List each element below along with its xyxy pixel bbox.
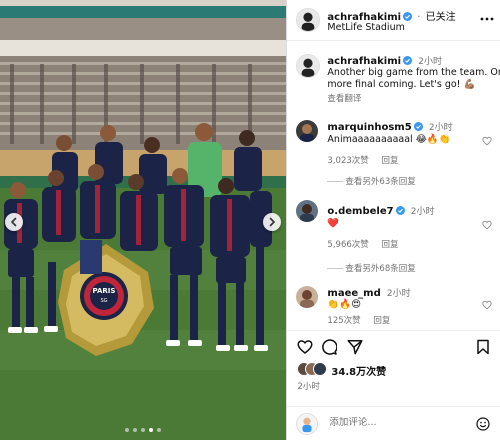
carousel-dot: [141, 428, 146, 432]
comment-item: maee_md 2小时 👏🔥😍 125次赞 回复: [287, 284, 500, 330]
replies-divider: [327, 268, 344, 269]
verified-badge-icon: [403, 12, 413, 21]
more-horizontal-icon[interactable]: [480, 16, 494, 22]
like-heart-icon[interactable]: [297, 339, 313, 355]
caption-avatar[interactable]: [296, 54, 321, 78]
share-send-icon[interactable]: [347, 339, 363, 355]
post-header: achrafhakimi · 已关注 MetLife Stadium: [287, 0, 500, 41]
add-comment-input[interactable]: [329, 417, 460, 428]
comment-time: 2小时: [428, 123, 453, 133]
header-separator: ·: [417, 12, 421, 23]
liker-avatar: [313, 362, 328, 376]
current-user-avatar: [296, 413, 319, 435]
verified-badge-icon: [403, 56, 413, 65]
caption-time: 2小时: [418, 57, 442, 67]
comment-like-heart-icon[interactable]: [482, 220, 493, 230]
comment-item: o.dembele7 2小时 ❤️ 5,966次赞 回复 查看另外68条回复: [287, 198, 500, 274]
post-sidebar: achrafhakimi · 已关注 MetLife Stadium achra…: [286, 0, 500, 440]
add-comment-bar: [287, 406, 500, 441]
svg-text:PARIS: PARIS: [93, 287, 116, 295]
caption-text-line1: Another big game from the team. One: [327, 67, 500, 78]
comment-username[interactable]: maee_md: [327, 288, 380, 299]
carousel-dot: [125, 428, 130, 432]
comment-time: 2小时: [386, 289, 411, 299]
liked-by-avatars[interactable]: [297, 362, 333, 376]
carousel-dot: [133, 428, 138, 432]
post-actions: 34.8万次赞 2小时: [287, 330, 500, 397]
comment-like-count[interactable]: 3,023次赞: [327, 156, 368, 166]
reply-button[interactable]: 回复: [373, 316, 390, 326]
author-avatar[interactable]: [296, 8, 321, 32]
save-bookmark-icon[interactable]: [475, 339, 491, 355]
following-button[interactable]: 已关注: [426, 12, 456, 23]
view-replies-link[interactable]: 查看另外63条回复: [345, 175, 415, 187]
comment-text: ❤️: [327, 218, 340, 229]
commenter-avatar[interactable]: [296, 200, 319, 222]
comment-text: 👏🔥😍: [327, 299, 361, 310]
team-photo: PARIS SG: [0, 0, 287, 440]
post-photo[interactable]: PARIS SG: [0, 0, 287, 440]
commenter-avatar[interactable]: [296, 286, 319, 308]
instagram-post: PARIS SG achrafhakimi · 已关注 MetLife Stad…: [0, 0, 500, 440]
caption-username[interactable]: achrafhakimi: [327, 56, 401, 67]
previous-photo-button[interactable]: [5, 213, 23, 231]
comment-like-heart-icon[interactable]: [482, 300, 493, 310]
chevron-left-icon: [11, 217, 17, 227]
like-count[interactable]: 34.8万次赞: [331, 363, 386, 378]
carousel-dot: [157, 428, 162, 432]
replies-divider: [327, 181, 344, 182]
comment-like-count[interactable]: 125次赞: [327, 316, 360, 326]
comment-username[interactable]: o.dembele7: [327, 206, 393, 217]
emoji-smiley-icon[interactable]: [476, 417, 491, 431]
post-time: 2小时: [297, 382, 320, 392]
comment-like-heart-icon[interactable]: [482, 136, 493, 146]
comment-time: 2小时: [410, 207, 435, 217]
post-location[interactable]: MetLife Stadium: [327, 22, 404, 33]
reply-button[interactable]: 回复: [381, 240, 398, 250]
verified-badge-icon: [413, 122, 423, 131]
post-caption: achrafhakimi 2小时 Another big game from t…: [287, 50, 500, 104]
svg-text:SG: SG: [100, 298, 107, 304]
view-replies-link[interactable]: 查看另外68条回复: [345, 262, 415, 274]
verified-badge-icon: [395, 206, 405, 215]
carousel-indicator: [0, 428, 286, 432]
caption-text-line2: more final coming. Let's go! 💪🏽: [327, 79, 476, 90]
next-photo-button[interactable]: [263, 213, 281, 231]
commenter-avatar[interactable]: [296, 120, 319, 142]
comment-bubble-icon[interactable]: [321, 339, 338, 355]
comment-username[interactable]: marquinhosm5: [327, 122, 411, 133]
reply-button[interactable]: 回复: [381, 156, 398, 166]
comment-item: marquinhosm5 2小时 Animaaaaaaaaaal 😂🔥👏 3,0…: [287, 118, 500, 194]
chevron-right-icon: [269, 217, 275, 227]
carousel-dot-active: [149, 428, 154, 432]
comment-like-count[interactable]: 5,966次赞: [327, 240, 368, 250]
see-translation-link[interactable]: 查看翻译: [327, 92, 361, 104]
comment-text: Animaaaaaaaaaal 😂🔥👏: [327, 134, 451, 145]
